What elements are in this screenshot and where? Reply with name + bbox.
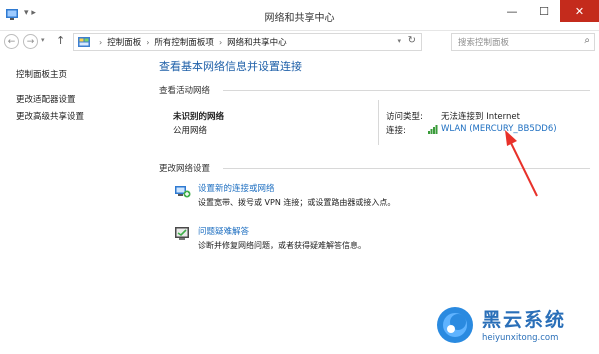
breadcrumb-separator: › [146, 37, 150, 47]
section-divider [223, 168, 590, 169]
troubleshoot-description: 诊断并修复网络问题，或者获得疑难解答信息。 [198, 241, 366, 250]
watermark-title: 黑云系统 [482, 309, 567, 331]
annotation-arrow [505, 130, 538, 197]
maximize-button[interactable]: ☐ [528, 0, 560, 22]
connections-label: 连接: [386, 126, 406, 136]
title-bar: ▾ ▸ 网络和共享中心 — ☐ ✕ [0, 0, 599, 31]
breadcrumb-separator: › [218, 37, 223, 47]
address-bar[interactable]: › 控制面板 › 所有控制面板项 › 网络和共享中心 ▾ ↻ [73, 33, 422, 51]
breadcrumb-control-panel[interactable]: 控制面板 [107, 36, 141, 48]
minimize-button[interactable]: — [496, 0, 528, 22]
network-type: 公用网络 [173, 126, 208, 136]
refresh-icon[interactable]: ↻ [408, 35, 416, 46]
watermark-logo [437, 307, 473, 343]
column-divider [378, 100, 379, 145]
search-placeholder: 搜索控制面板 [458, 38, 510, 48]
forward-button[interactable]: → [23, 34, 38, 49]
setup-connection-link[interactable]: 设置新的连接或网络 [198, 182, 275, 194]
sidebar-item-control-panel-home[interactable]: 控制面板主页 [16, 68, 67, 80]
breadcrumb-network-center[interactable]: 网络和共享中心 [227, 36, 287, 48]
address-dropdown-icon[interactable]: ▾ [397, 37, 401, 45]
back-button[interactable]: ← [4, 34, 19, 49]
sidebar-item-change-adapter-settings[interactable]: 更改适配器设置 [16, 93, 76, 105]
wlan-connection-link[interactable]: WLAN (MERCURY_BB5DD6) [441, 124, 557, 134]
search-icon[interactable]: ⌕ [584, 35, 590, 46]
network-name: 未识别的网络 [173, 112, 225, 122]
up-button[interactable]: ↑ [56, 34, 65, 47]
page-title: 查看基本网络信息并设置连接 [159, 60, 302, 73]
watermark-url: heiyunxitong.com [482, 333, 559, 343]
access-type-value: 无法连接到 Internet [441, 112, 520, 122]
troubleshoot-icon [175, 227, 189, 240]
active-networks-label: 查看活动网络 [159, 86, 211, 96]
section-divider [223, 90, 590, 91]
breadcrumb-separator: › [99, 37, 103, 47]
change-settings-label: 更改网络设置 [159, 164, 211, 174]
setup-connection-description: 设置宽带、拨号或 VPN 连接；或设置路由器或接入点。 [198, 198, 396, 207]
recent-locations-dropdown[interactable]: ▾ [41, 36, 45, 44]
control-panel-icon [78, 37, 90, 47]
close-button[interactable]: ✕ [560, 0, 599, 22]
sidebar-item-change-advanced-sharing[interactable]: 更改高级共享设置 [16, 110, 84, 122]
breadcrumb-all-items[interactable]: 所有控制面板项 [154, 36, 214, 48]
network-setup-icon [175, 186, 191, 198]
navigation-bar: ← → ▾ ↑ › 控制面板 › 所有控制面板项 › 网络和共享中心 ▾ ↻ 搜… [0, 31, 599, 53]
search-input[interactable]: 搜索控制面板 ⌕ [451, 33, 595, 51]
access-type-label: 访问类型: [386, 112, 423, 122]
wifi-signal-icon [428, 125, 438, 134]
troubleshoot-link[interactable]: 问题疑难解答 [198, 225, 249, 237]
